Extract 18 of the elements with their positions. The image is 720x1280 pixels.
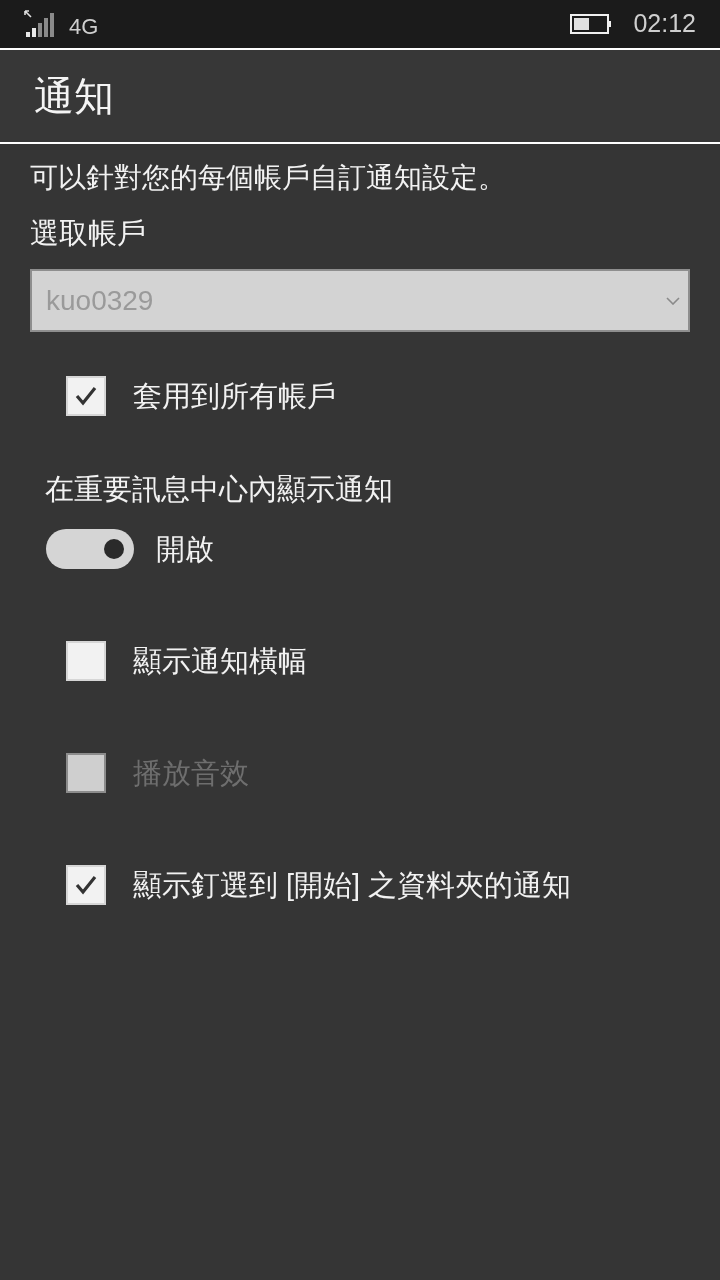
toggle-thumb [104, 539, 124, 559]
section-heading: 在重要訊息中心內顯示通知 [45, 472, 394, 507]
checkbox-label: 套用到所有帳戶 [133, 379, 336, 414]
checkbox-label: 顯示釘選到 [開始] 之資料夾的通知 [133, 868, 572, 903]
checkmark-icon [75, 875, 97, 895]
account-label: 選取帳戶 [30, 216, 147, 251]
checkmark-icon [75, 386, 97, 406]
description-text: 可以針對您的每個帳戶自訂通知設定。 [30, 161, 507, 195]
clock-time: 02:12 [633, 8, 696, 40]
toggle-switch[interactable] [46, 529, 134, 569]
network-type: 4G [69, 12, 99, 41]
signal-icon [24, 10, 54, 38]
checkbox-label: 播放音效 [133, 756, 249, 791]
chevron-down-icon [666, 296, 680, 305]
battery-icon [570, 14, 613, 34]
page-title: 通知 [34, 76, 114, 116]
checkbox-label: 顯示通知橫幅 [133, 644, 307, 679]
toggle-state-label: 開啟 [156, 532, 214, 567]
